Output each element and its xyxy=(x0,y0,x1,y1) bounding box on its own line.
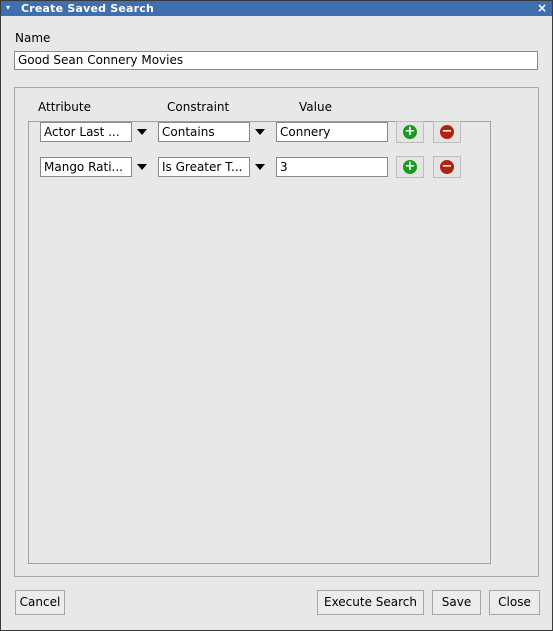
window-menu-icon[interactable]: ▾ xyxy=(6,3,10,12)
constraint-select[interactable]: Is Greater T... xyxy=(158,157,250,177)
attribute-select[interactable]: Mango Rati... xyxy=(40,157,132,177)
value-input[interactable]: Connery xyxy=(276,122,388,142)
minus-icon: − xyxy=(440,124,454,139)
close-window-icon[interactable]: × xyxy=(537,1,547,16)
attribute-header: Attribute xyxy=(38,100,91,114)
add-criterion-button[interactable]: + xyxy=(396,121,424,143)
plus-icon: + xyxy=(403,159,417,174)
save-button[interactable]: Save xyxy=(432,590,481,615)
attribute-select[interactable]: Actor Last ... xyxy=(40,122,132,142)
remove-criterion-button[interactable]: − xyxy=(433,156,461,178)
close-button[interactable]: Close xyxy=(489,590,540,615)
value-header: Value xyxy=(299,100,332,114)
value-input[interactable]: 3 xyxy=(276,157,388,177)
name-input[interactable]: Good Sean Connery Movies xyxy=(14,51,538,70)
remove-criterion-button[interactable]: − xyxy=(433,121,461,143)
plus-icon: + xyxy=(403,124,417,139)
add-criterion-button[interactable]: + xyxy=(396,156,424,178)
constraint-header: Constraint xyxy=(167,100,230,114)
window-title: Create Saved Search xyxy=(21,2,154,15)
minus-icon: − xyxy=(440,159,454,174)
constraint-dropdown-icon[interactable] xyxy=(255,164,265,170)
attribute-dropdown-icon[interactable] xyxy=(137,164,147,170)
create-saved-search-dialog: ▾ Create Saved Search × Name Good Sean C… xyxy=(0,0,553,631)
cancel-button[interactable]: Cancel xyxy=(15,590,65,615)
name-label: Name xyxy=(15,31,51,45)
criteria-list xyxy=(28,121,491,564)
constraint-select[interactable]: Contains xyxy=(158,122,250,142)
title-bar[interactable]: ▾ Create Saved Search × xyxy=(1,1,552,16)
attribute-dropdown-icon[interactable] xyxy=(137,129,147,135)
constraint-dropdown-icon[interactable] xyxy=(255,129,265,135)
execute-search-button[interactable]: Execute Search xyxy=(317,590,424,615)
